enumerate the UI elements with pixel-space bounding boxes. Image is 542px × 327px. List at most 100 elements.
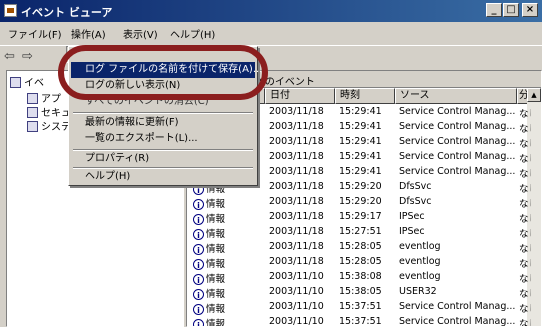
- cell-category: なし: [519, 199, 531, 210]
- info-icon: i: [193, 214, 204, 225]
- cell-date: 2003/11/18: [269, 196, 324, 207]
- cell-category: なし: [519, 184, 531, 195]
- menu-help-item[interactable]: ヘルプ(H): [71, 169, 255, 185]
- back-arrow-icon[interactable]: ⇦: [4, 49, 15, 64]
- cell-source: Service Control Manag...: [399, 301, 516, 312]
- menu-separator: [73, 112, 253, 114]
- menu-properties[interactable]: プロパティ(R): [71, 151, 255, 167]
- cell-date: 2003/11/18: [269, 241, 324, 252]
- info-icon: i: [193, 199, 204, 210]
- cell-source: USER32: [399, 286, 437, 297]
- column-header-date[interactable]: 日付: [265, 88, 335, 104]
- cell-time: 15:28:05: [339, 241, 382, 252]
- cell-date: 2003/11/18: [269, 166, 324, 177]
- table-row[interactable]: i情報 2003/11/18 15:29:17 IPSec なし: [187, 210, 541, 225]
- cell-date: 2003/11/18: [269, 151, 324, 162]
- cell-source: DfsSvc: [399, 196, 432, 207]
- cell-type: i 情報: [193, 211, 265, 225]
- info-icon: i: [193, 319, 204, 326]
- table-row[interactable]: i情報 2003/11/18 15:29:20 DfsSvc なし: [187, 195, 541, 210]
- cell-source: Service Control Manag...: [399, 136, 516, 147]
- cell-date: 2003/11/18: [269, 181, 324, 192]
- minimize-button[interactable]: _: [486, 3, 502, 17]
- menu-save-log-as[interactable]: ログ ファイルの名前を付けて保存(A)...: [71, 62, 262, 78]
- column-header-source[interactable]: ソース: [395, 88, 517, 104]
- cell-type-text: 情報: [206, 304, 226, 315]
- cell-date: 2003/11/18: [269, 106, 324, 117]
- table-row[interactable]: i情報 2003/11/10 15:38:08 eventlog なし: [187, 270, 541, 285]
- cell-time: 15:38:08: [339, 271, 382, 282]
- cell-source: Service Control Manag...: [399, 106, 516, 117]
- cell-source: IPSec: [399, 211, 425, 222]
- cell-type: i 情報: [193, 241, 265, 255]
- cell-source: IPSec: [399, 226, 425, 237]
- column-header-time[interactable]: 時刻: [335, 88, 395, 104]
- table-row[interactable]: i情報 2003/11/18 15:27:51 IPSec なし: [187, 225, 541, 240]
- cell-source: Service Control Manag...: [399, 316, 516, 327]
- title-bar[interactable]: イベント ビューア _ □ ×: [0, 0, 542, 22]
- menu-bar: ファイル(F) 操作(A) 表示(V) ヘルプ(H): [0, 22, 542, 63]
- event-viewer-window: イベント ビューア _ □ × ファイル(F) 操作(A) 表示(V) ヘルプ(…: [0, 0, 542, 327]
- tree-item-root[interactable]: イベ: [10, 74, 44, 89]
- cell-date: 2003/11/10: [269, 301, 324, 312]
- info-icon: i: [193, 259, 204, 270]
- info-icon: i: [193, 289, 204, 300]
- table-row[interactable]: i情報 2003/11/18 15:28:05 eventlog なし: [187, 240, 541, 255]
- cell-date: 2003/11/10: [269, 316, 324, 327]
- table-row[interactable]: i 情報 2003/11/10 15:37:51 Service Control Man…: [187, 300, 541, 315]
- menu-file[interactable]: ファイル(F): [8, 26, 62, 41]
- cell-time: 15:37:51: [339, 316, 382, 327]
- cell-date: 2003/11/18: [269, 136, 324, 147]
- log-icon: [27, 93, 38, 104]
- cell-source: Service Control Manag...: [399, 121, 516, 132]
- cell-type-text: 情報: [206, 244, 226, 255]
- menu-action[interactable]: 操作(A): [71, 26, 106, 41]
- cell-type-text: 情報: [206, 199, 226, 210]
- cell-type-text: 情報: [206, 274, 226, 285]
- maximize-button[interactable]: □: [503, 3, 519, 17]
- info-icon: i: [193, 274, 204, 285]
- log-icon: [27, 107, 38, 118]
- table-row[interactable]: i情報 2003/11/10 15:38:05 USER32 なし: [187, 285, 541, 300]
- cell-time: 15:37:51: [339, 301, 382, 312]
- cell-date: 2003/11/18: [269, 256, 324, 267]
- info-icon: i: [193, 229, 204, 240]
- info-icon: i: [193, 304, 204, 315]
- cell-time: 15:29:41: [339, 121, 382, 132]
- menu-refresh[interactable]: 最新の情報に更新(F): [71, 115, 255, 131]
- menu-view[interactable]: 表示(V): [123, 26, 158, 41]
- cell-type: i 情報: [193, 316, 265, 326]
- cell-time: 15:28:05: [339, 256, 382, 267]
- cell-type: i 情報: [193, 256, 265, 270]
- cell-time: 15:29:41: [339, 136, 382, 147]
- cell-time: 15:29:17: [339, 211, 382, 222]
- close-button[interactable]: ×: [522, 3, 538, 17]
- cell-time: 15:38:05: [339, 286, 382, 297]
- cell-type: i 情報: [193, 301, 265, 315]
- forward-arrow-icon[interactable]: ⇨: [22, 49, 33, 64]
- menu-help[interactable]: ヘルプ(H): [170, 26, 215, 41]
- cell-type: i 情報: [193, 226, 265, 240]
- menu-new-log-view[interactable]: ログの新しい表示(N): [71, 78, 255, 94]
- event-viewer-icon: [10, 77, 21, 88]
- cell-type-text: 情報: [206, 214, 226, 225]
- cell-date: 2003/11/18: [269, 121, 324, 132]
- scroll-up-icon[interactable]: ▲: [527, 88, 541, 102]
- cell-date: 2003/11/10: [269, 286, 324, 297]
- menu-clear-all-events[interactable]: すべてのイベントの消去(C): [71, 94, 255, 110]
- cell-source: eventlog: [399, 256, 441, 267]
- info-icon: i: [193, 244, 204, 255]
- table-row[interactable]: i 情報 2003/11/10 15:37:51 Service Control Man…: [187, 315, 541, 327]
- cell-category: なし: [519, 154, 531, 165]
- cell-category: なし: [519, 229, 531, 240]
- menu-export-list[interactable]: 一覧のエクスポート(L)...: [71, 131, 255, 147]
- cell-source: eventlog: [399, 241, 441, 252]
- cell-category: なし: [519, 259, 531, 270]
- tree-item-application[interactable]: アプ: [27, 90, 61, 105]
- tree-item-label: システ: [41, 122, 71, 133]
- cell-category: なし: [519, 214, 531, 225]
- tree-item-security[interactable]: セキュ: [27, 104, 71, 119]
- cell-type: i 情報: [193, 196, 265, 210]
- table-row[interactable]: i情報 2003/11/18 15:28:05 eventlog なし: [187, 255, 541, 270]
- tree-item-system[interactable]: システ: [27, 118, 71, 133]
